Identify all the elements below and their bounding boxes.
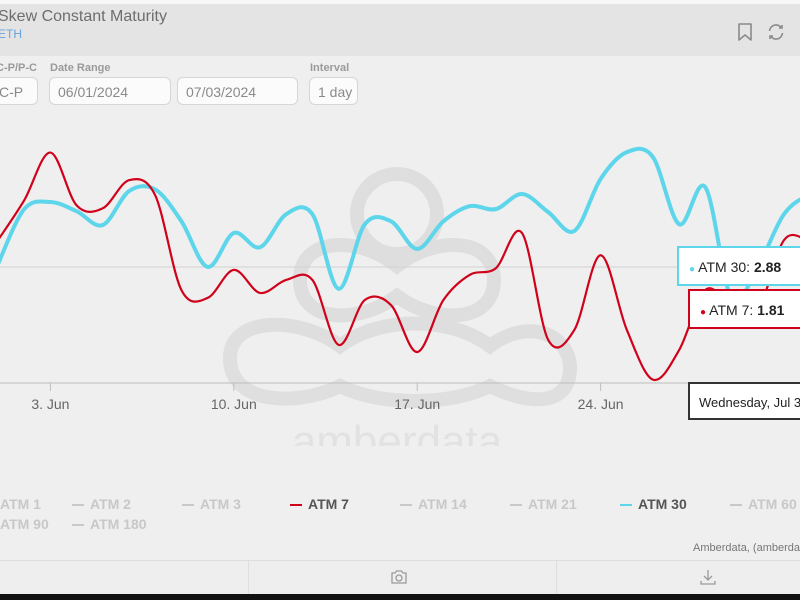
date-range-label: Date Range [50, 62, 111, 74]
legend-item-atm-60[interactable]: ATM 60 [730, 496, 797, 512]
tooltip-atm7: ● ATM 7: 1.81 [688, 289, 800, 329]
window-bottom-edge [0, 594, 800, 600]
legend-swatch [510, 504, 522, 507]
legend-label: ATM 21 [528, 496, 577, 512]
legend-label: ATM 7 [308, 496, 349, 512]
tooltip-atm7-label: ATM 7: [709, 302, 758, 318]
legend-item-atm-2[interactable]: ATM 2 [72, 496, 131, 512]
legend-swatch [400, 504, 412, 507]
atm30-dot-icon: ● [689, 264, 696, 275]
legend-label: ATM 30 [638, 496, 687, 512]
interval-select[interactable]: 1 day [309, 77, 358, 105]
x-tick-label: 24. Jun [578, 396, 624, 412]
legend-label: ATM 14 [418, 496, 467, 512]
legend-item-atm-180[interactable]: ATM 180 [72, 516, 147, 532]
legend-item-atm-7[interactable]: ATM 7 [290, 496, 349, 512]
chart-header: Skew Constant Maturity ETH [0, 4, 800, 56]
legend-item-atm-14[interactable]: ATM 14 [400, 496, 467, 512]
legend-swatch [620, 504, 632, 507]
legend-label: ATM 3 [200, 496, 241, 512]
tooltip-atm30: ● ATM 30: 2.88 [677, 246, 800, 286]
x-tick-label: 17. Jun [394, 396, 440, 412]
footer-divider [248, 561, 249, 595]
legend-label: ATM 1 [0, 496, 41, 512]
type-label: C-P/P-C [0, 62, 37, 74]
legend-item-atm-3[interactable]: ATM 3 [182, 496, 241, 512]
chart-footer [0, 560, 800, 595]
legend: ATM 1 ATM 2 ATM 3 ATM 7 ATM 14 ATM 21 ATM 30 AT… [0, 490, 800, 540]
chart-controls: C-P/P-C C-P Date Range 06/01/2024 07/03/… [0, 56, 800, 136]
chart-area: 3. Jun10. Jun17. Jun24. Jun amberdata 3.… [0, 136, 800, 476]
legend-swatch [72, 524, 84, 527]
chart-subtitle: ETH [0, 27, 22, 41]
chart-title: Skew Constant Maturity [0, 8, 167, 25]
legend-item-atm-21[interactable]: ATM 21 [510, 496, 577, 512]
watermark-text: amberdata [292, 417, 503, 446]
download-icon[interactable] [698, 567, 718, 587]
footer-divider [556, 561, 557, 595]
start-date-input[interactable]: 06/01/2024 [49, 77, 171, 105]
credits-link[interactable]: Amberdata, (amberdata.io) [693, 542, 800, 554]
legend-swatch [730, 504, 742, 507]
legend-swatch [72, 504, 84, 507]
legend-item-atm-1[interactable]: ATM 1 [0, 496, 41, 512]
camera-icon[interactable] [389, 567, 409, 587]
legend-swatch [290, 504, 302, 507]
interval-label: Interval [310, 62, 350, 74]
end-date-input[interactable]: 07/03/2024 [177, 77, 298, 105]
x-tick-label: 10. Jun [211, 396, 257, 412]
chart-svg: 3. Jun10. Jun17. Jun24. Jun amberdata 3.… [0, 136, 800, 476]
type-select[interactable]: C-P [0, 77, 38, 105]
legend-swatch [182, 504, 194, 507]
legend-item-atm-30[interactable]: ATM 30 [620, 496, 687, 512]
bookmark-icon[interactable] [735, 22, 755, 42]
legend-label: ATM 90 [0, 516, 49, 532]
legend-item-atm-90[interactable]: ATM 90 [0, 516, 49, 532]
atm7-dot-icon: ● [700, 307, 707, 318]
tooltip-atm7-value: 1.81 [757, 302, 785, 318]
tooltip-date: Wednesday, Jul 3 [688, 382, 800, 420]
tooltip-atm30-value: 2.88 [753, 259, 782, 275]
refresh-icon[interactable] [766, 22, 786, 42]
tooltip-atm30-label: ATM 30: [698, 259, 754, 275]
legend-label: ATM 60 [748, 496, 797, 512]
legend-label: ATM 180 [90, 516, 147, 532]
legend-label: ATM 2 [90, 496, 131, 512]
x-tick-label: 3. Jun [31, 396, 69, 412]
